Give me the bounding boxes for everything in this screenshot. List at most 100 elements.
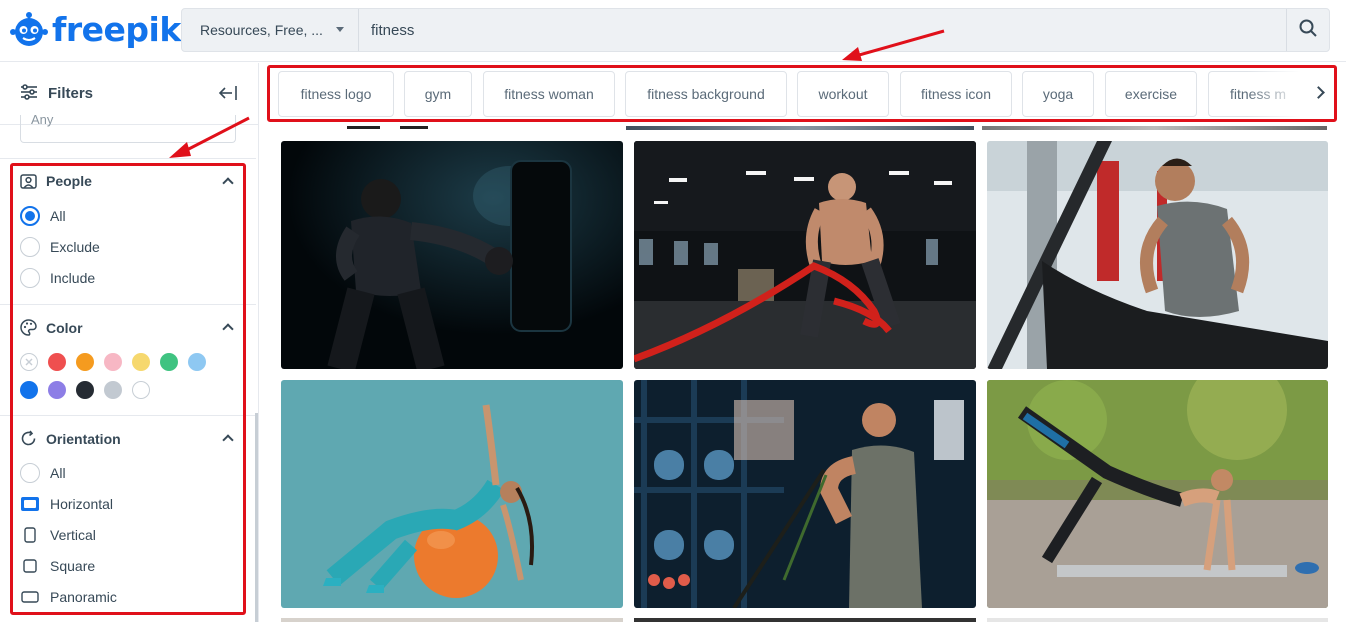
search-type-dropdown[interactable]: Resources, Free, ...: [182, 9, 359, 51]
tag-label: gym: [424, 86, 452, 102]
orientation-option-panoramic[interactable]: Panoramic: [20, 586, 117, 608]
people-option-include[interactable]: Include: [20, 267, 95, 289]
rotate-icon: [20, 430, 37, 447]
tag-label: fitness icon: [920, 86, 992, 102]
black-swatch[interactable]: [76, 381, 94, 399]
people-label: People: [46, 173, 92, 189]
search-input[interactable]: [359, 9, 1286, 51]
orientation-label: Orientation: [46, 430, 121, 447]
person-icon: [20, 173, 37, 189]
treadmill-image: [987, 141, 1328, 369]
color-label: Color: [46, 319, 83, 336]
orange-swatch[interactable]: [76, 353, 94, 371]
purple-swatch[interactable]: [48, 381, 66, 399]
radio-icon: [20, 237, 40, 257]
tag-fitness-background[interactable]: fitness background: [625, 71, 787, 117]
people-option-exclude[interactable]: Exclude: [20, 236, 100, 258]
filters-sidebar: Filters Any People All Exclude Include C…: [0, 63, 259, 622]
tag-label: fitness logo: [300, 86, 372, 102]
vertical-icon: [20, 527, 40, 543]
option-label: All: [50, 465, 66, 481]
chevron-up-icon[interactable]: [222, 323, 234, 335]
people-option-all[interactable]: All: [20, 205, 66, 227]
image-result-boxer[interactable]: [281, 141, 623, 369]
filters-title: Filters: [48, 85, 94, 102]
resistance-band-image: [634, 380, 976, 608]
option-label: Include: [50, 270, 96, 286]
image-result-battle-ropes[interactable]: [634, 141, 976, 369]
tag-fitness-woman[interactable]: fitness woman: [483, 71, 615, 117]
horizontal-icon: [20, 496, 40, 512]
caret-down-icon: [336, 27, 344, 32]
previous-row-remnant: [982, 126, 1327, 130]
tag-exercise[interactable]: exercise: [1105, 71, 1197, 117]
results-grid: [263, 122, 1346, 622]
header: freepik Resources, Free, ...: [0, 0, 1346, 62]
next-row-remnant: [634, 618, 976, 622]
any-select[interactable]: Any: [20, 115, 236, 143]
palette-icon: [20, 319, 37, 336]
freepik-logo-icon: [10, 11, 48, 49]
green-swatch[interactable]: [160, 353, 178, 371]
tag-fitness-icon[interactable]: fitness icon: [900, 71, 1012, 117]
sliders-icon: [20, 83, 38, 104]
tag-yoga[interactable]: yoga: [1022, 71, 1094, 117]
red-swatch[interactable]: [48, 353, 66, 371]
orientation-option-all[interactable]: All: [20, 462, 66, 484]
orientation-option-square[interactable]: Square: [20, 555, 95, 577]
related-tags-bar: fitness logo gym fitness woman fitness b…: [268, 64, 1337, 122]
next-row-remnant: [987, 618, 1328, 622]
image-result-fitball[interactable]: [281, 380, 623, 608]
tag-workout[interactable]: workout: [797, 71, 889, 117]
search-type-label: Resources, Free, ...: [200, 22, 323, 38]
search-bar: Resources, Free, ...: [181, 8, 1330, 52]
color-title[interactable]: Color: [20, 319, 83, 336]
sidebar-scrollbar[interactable]: [255, 413, 258, 622]
chevron-up-icon[interactable]: [222, 434, 234, 446]
square-icon: [20, 559, 40, 573]
tag-label: workout: [818, 86, 868, 102]
plank-image: [987, 380, 1328, 608]
image-result-plank[interactable]: [987, 380, 1328, 608]
tag-label: fitness woman: [504, 86, 594, 102]
yellow-swatch[interactable]: [132, 353, 150, 371]
previous-row-remnant: [400, 126, 428, 129]
orientation-section: Orientation All Horizontal Vertical Squa…: [0, 415, 256, 622]
image-result-treadmill[interactable]: [987, 141, 1328, 369]
search-icon: [1299, 19, 1317, 42]
orientation-title[interactable]: Orientation: [20, 430, 121, 447]
pink-swatch[interactable]: [104, 353, 122, 371]
freepik-logo[interactable]: freepik: [10, 8, 181, 52]
radio-icon: [20, 268, 40, 288]
image-result-resistance-band[interactable]: [634, 380, 976, 608]
people-section: People All Exclude Include: [0, 158, 256, 304]
option-label: All: [50, 208, 66, 224]
tag-label: exercise: [1124, 86, 1178, 102]
blue-swatch[interactable]: [20, 381, 38, 399]
option-label: Horizontal: [50, 496, 114, 512]
white-swatch[interactable]: [132, 381, 150, 399]
previous-row-remnant: [626, 126, 974, 130]
tag-gym[interactable]: gym: [404, 71, 472, 117]
orientation-option-horizontal[interactable]: Horizontal: [20, 493, 113, 515]
chevron-up-icon[interactable]: [222, 177, 234, 189]
tag-label: fitness background: [647, 86, 765, 102]
option-label: Exclude: [50, 239, 100, 255]
logo-text: freepik: [52, 10, 181, 49]
light-blue-swatch[interactable]: [188, 353, 206, 371]
radio-icon: [20, 463, 40, 483]
boxer-image: [281, 141, 623, 369]
no-color-swatch[interactable]: [20, 353, 38, 371]
tag-label: yoga: [1042, 86, 1074, 102]
collapse-sidebar-icon[interactable]: [218, 85, 238, 105]
option-label: Panoramic: [50, 589, 117, 605]
people-title[interactable]: People: [20, 173, 92, 189]
search-button[interactable]: [1286, 9, 1329, 51]
option-label: Square: [50, 558, 96, 574]
gray-swatch[interactable]: [104, 381, 122, 399]
orientation-option-vertical[interactable]: Vertical: [20, 524, 96, 546]
tag-fitness-logo[interactable]: fitness logo: [278, 71, 394, 117]
next-row-remnant: [281, 618, 623, 622]
battle-ropes-image: [634, 141, 976, 369]
fitball-image: [281, 380, 623, 608]
